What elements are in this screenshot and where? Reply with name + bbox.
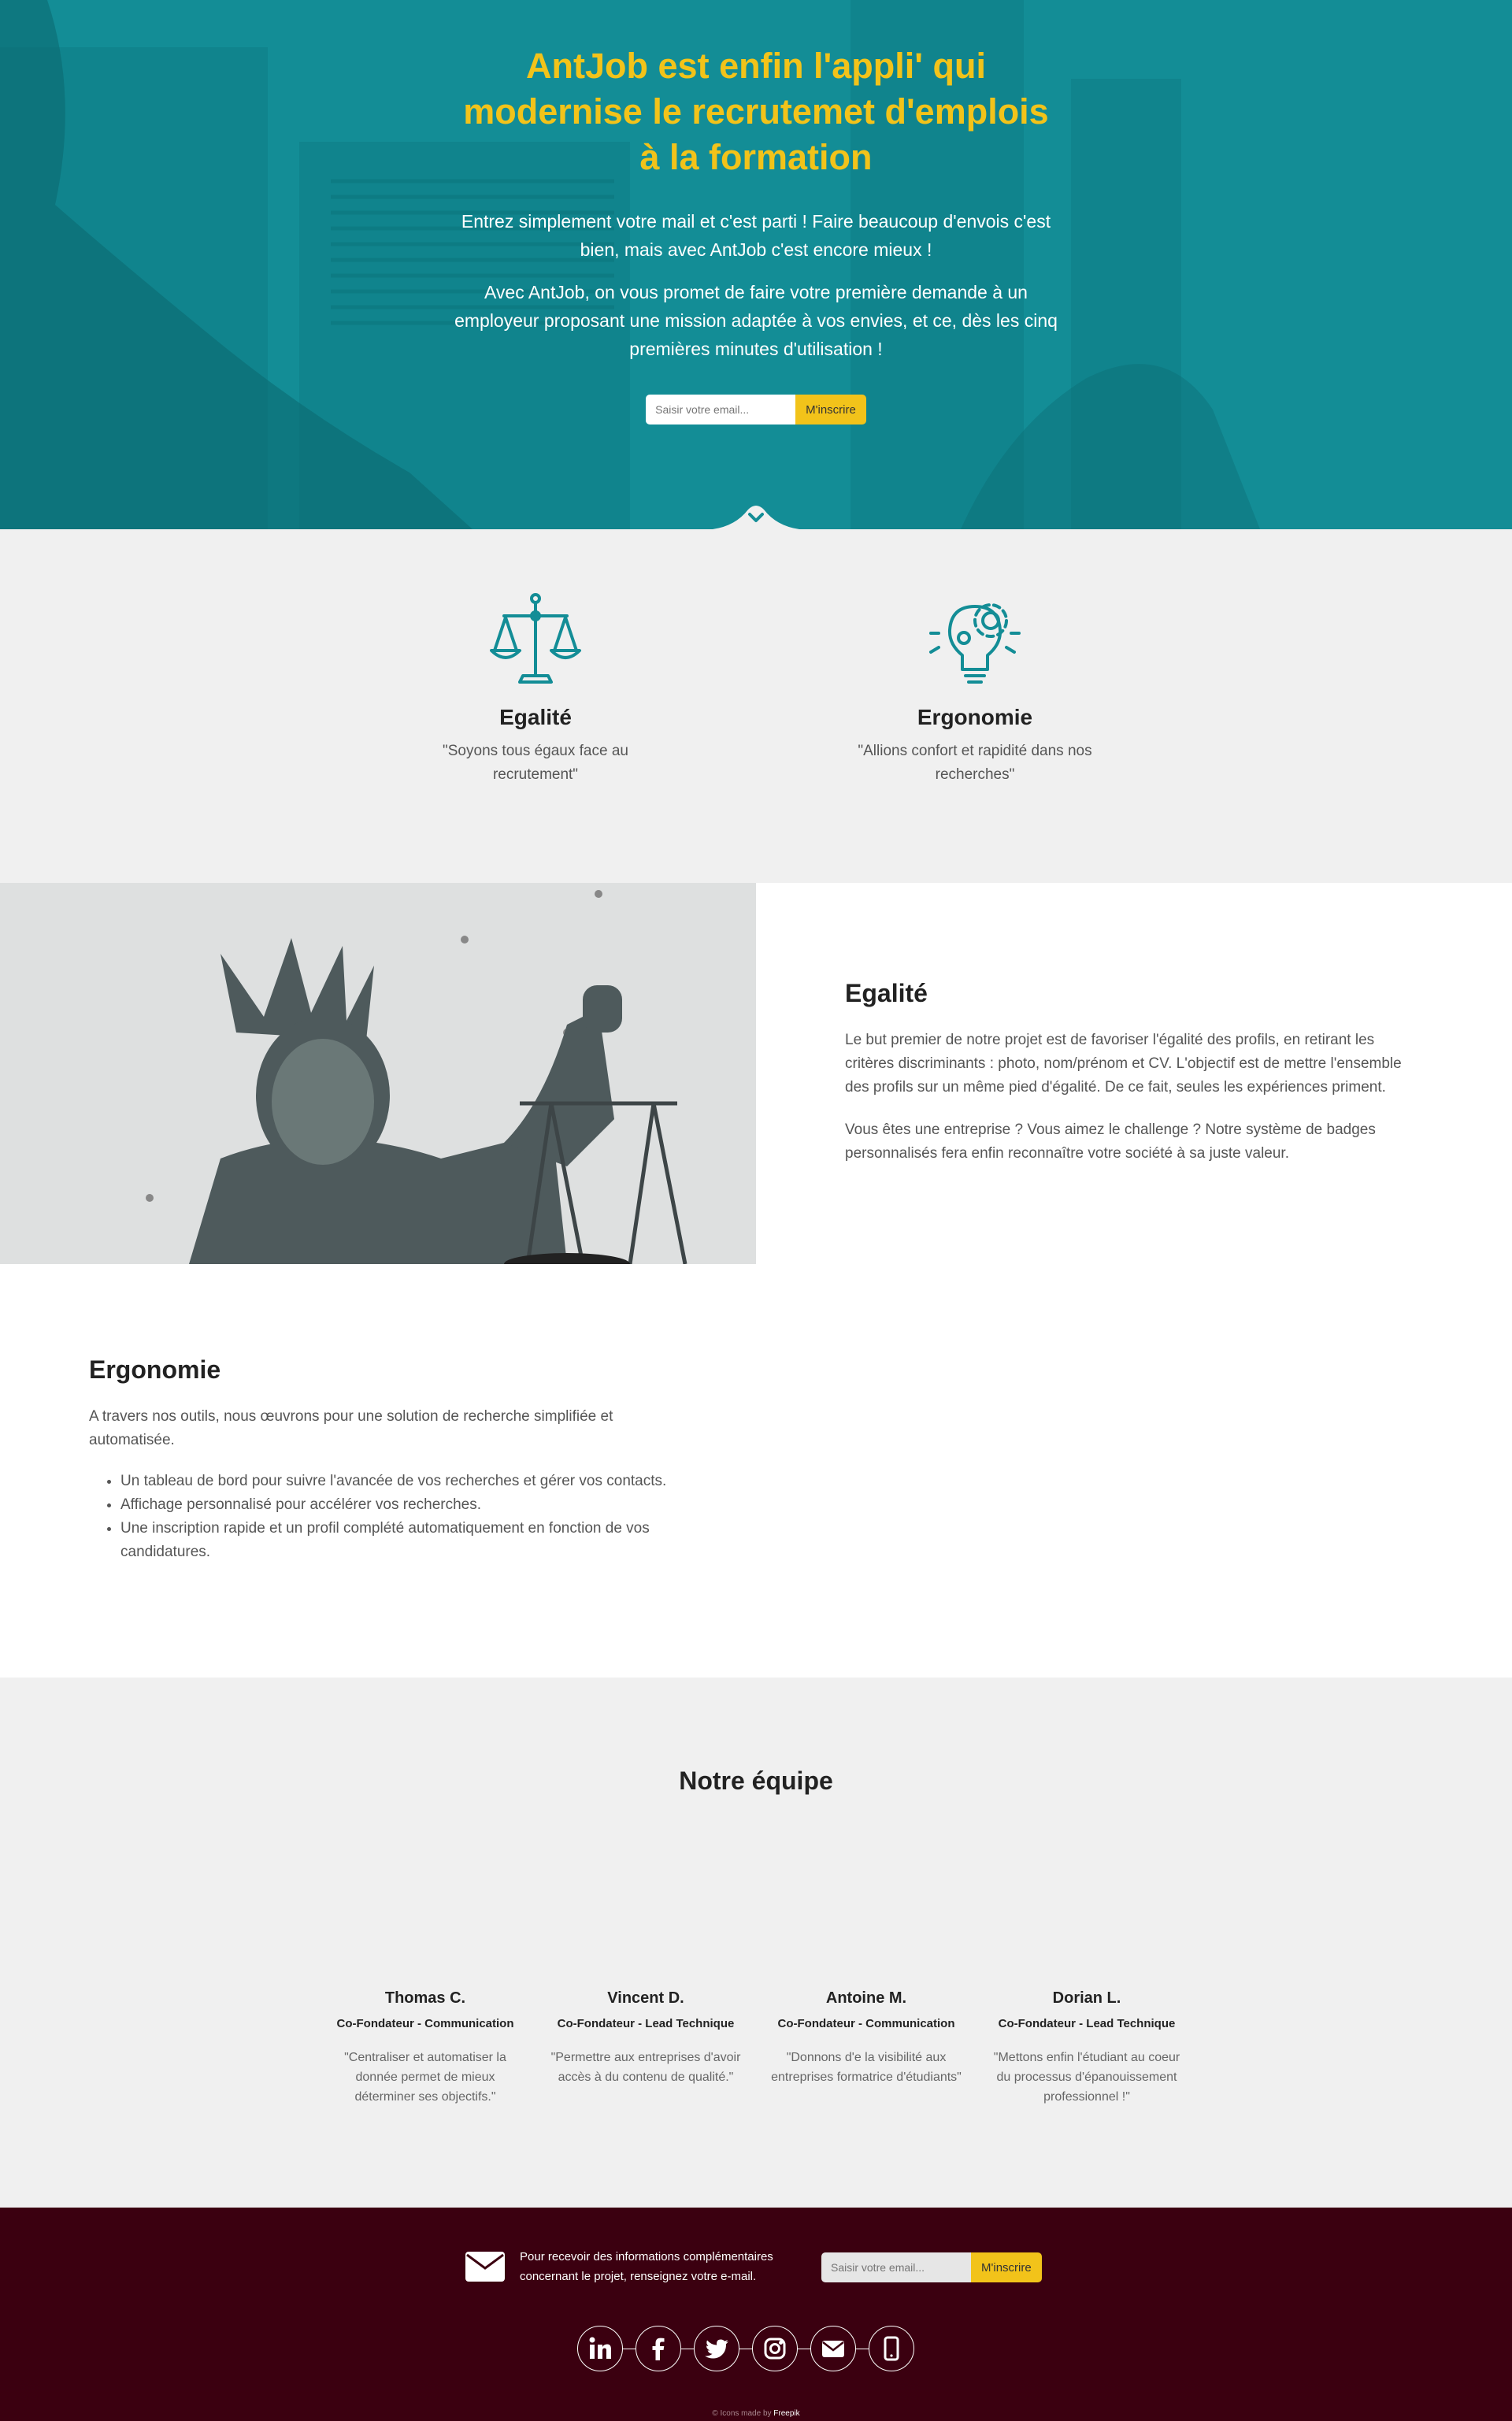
facebook-link[interactable] <box>636 2326 681 2371</box>
newsletter-block: Pour recevoir des informations complémen… <box>465 2247 815 2286</box>
phone-icon <box>884 2336 899 2361</box>
twitter-link[interactable] <box>694 2326 739 2371</box>
facebook-icon <box>652 2338 665 2360</box>
hero-title: AntJob est enfin l'appli' qui modernise … <box>463 46 1049 177</box>
list-item: Affichage personnalisé pour accélérer vo… <box>120 1493 676 1517</box>
egalite-section: Egalité Le but premier de notre projet e… <box>0 883 1512 1264</box>
member-role: Co-Fondateur - Communication <box>336 2017 514 2030</box>
icons-credit: © Icons made by Freepik <box>0 2409 1512 2418</box>
footer-subscribe-button[interactable]: M'inscrire <box>971 2252 1042 2282</box>
hero-subscribe-button[interactable]: M'inscrire <box>795 395 866 425</box>
hero-intro-text: Entrez simplement votre mail et c'est pa… <box>461 211 1051 260</box>
team-section: Notre équipe Thomas C. Co-Fondateur - Co… <box>0 1678 1512 2208</box>
feature-title: Egalité <box>499 705 572 729</box>
feature-egalite: Egalité "Soyons tous égaux face au recru… <box>417 592 654 787</box>
linkedin-icon <box>589 2337 611 2359</box>
envelope-icon <box>465 2252 505 2282</box>
team-member-card: Dorian L. Co-Fondateur - Lead Technique … <box>976 1989 1197 2107</box>
member-role: Co-Fondateur - Lead Technique <box>557 2017 735 2030</box>
social-links <box>577 2326 914 2371</box>
footer-signup-form: M'inscrire <box>821 2252 1042 2282</box>
ergonomie-title: Ergonomie <box>89 1355 221 1384</box>
member-name: Dorian L. <box>1052 1989 1121 2007</box>
member-quote: "Permettre aux entreprises d'avoir accès… <box>550 2051 741 2084</box>
instagram-icon <box>764 2338 786 2360</box>
newsletter-text: Pour recevoir des informations complémen… <box>520 2250 773 2283</box>
features-section: Egalité "Soyons tous égaux face au recru… <box>0 529 1512 883</box>
team-member-card: Thomas C. Co-Fondateur - Communication "… <box>315 1989 536 2107</box>
feature-ergonomie: Ergonomie "Allions confort et rapidité d… <box>857 592 1093 787</box>
member-quote: "Centraliser et automatiser la donnée pe… <box>344 2051 506 2104</box>
ergonomie-intro: A travers nos outils, nous œuvrons pour … <box>89 1408 613 1448</box>
instagram-link[interactable] <box>752 2326 798 2371</box>
feature-title: Ergonomie <box>917 705 1033 729</box>
list-item: Une inscription rapide et un profil comp… <box>120 1517 676 1564</box>
freepik-link[interactable]: Freepik <box>773 2409 799 2418</box>
hero-signup-form: M'inscrire <box>646 395 866 425</box>
egalite-paragraph: Le but premier de notre projet est de fa… <box>845 1032 1402 1096</box>
member-name: Thomas C. <box>384 1989 466 2007</box>
scales-icon <box>490 593 581 684</box>
member-role: Co-Fondateur - Communication <box>777 2017 955 2030</box>
member-quote: "Donnons d'e la visibilité aux entrepris… <box>771 2051 962 2084</box>
hero-email-input[interactable] <box>646 395 796 425</box>
phone-link[interactable] <box>869 2326 914 2371</box>
email-icon <box>822 2341 844 2357</box>
ergonomie-section: Ergonomie A travers nos outils, nous œuv… <box>0 1264 1512 1678</box>
hero-promise-text: Avec AntJob, on vous promet de faire vot… <box>454 282 1058 359</box>
lightbulb-gear-icon <box>929 603 1021 684</box>
team-member-card: Antoine M. Co-Fondateur - Communication … <box>756 1989 976 2107</box>
footer-email-input[interactable] <box>821 2252 971 2282</box>
footer: Pour recevoir des informations complémen… <box>0 2208 1512 2421</box>
credit-text: © Icons made by <box>712 2409 772 2418</box>
member-name: Antoine M. <box>825 1989 907 2007</box>
team-member-card: Vincent D. Co-Fondateur - Lead Technique… <box>536 1989 756 2107</box>
member-quote: "Mettons enfin l'étudiant au coeur du pr… <box>993 2051 1180 2104</box>
hero-section: AntJob est enfin l'appli' qui modernise … <box>0 0 1512 529</box>
member-name: Vincent D. <box>607 1989 684 2007</box>
ergonomie-list: Un tableau de bord pour suivre l'avancée… <box>89 1470 676 1564</box>
egalite-paragraph: Vous êtes une entreprise ? Vous aimez le… <box>845 1122 1376 1162</box>
egalite-title: Egalité <box>845 979 928 1007</box>
lady-justice-image <box>0 883 756 1264</box>
feature-quote: "Soyons tous égaux face au recrutement" <box>443 743 628 783</box>
list-item: Un tableau de bord pour suivre l'avancée… <box>120 1470 676 1493</box>
team-title: Notre équipe <box>679 1767 833 1795</box>
feature-quote: "Allions confort et rapidité dans nos re… <box>858 743 1092 783</box>
email-link[interactable] <box>810 2326 856 2371</box>
team-members: Thomas C. Co-Fondateur - Communication "… <box>0 1989 1512 2107</box>
member-role: Co-Fondateur - Lead Technique <box>998 2017 1176 2030</box>
linkedin-link[interactable] <box>577 2326 623 2371</box>
twitter-icon <box>705 2339 728 2359</box>
scroll-down-notch[interactable] <box>701 502 811 529</box>
